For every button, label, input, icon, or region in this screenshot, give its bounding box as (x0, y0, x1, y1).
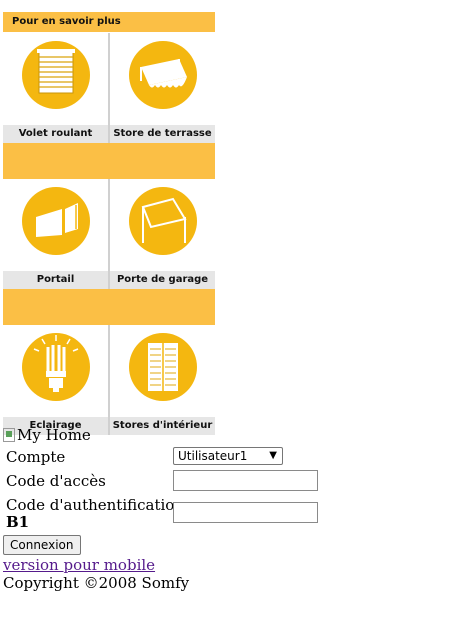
product-store-terrasse[interactable]: Store de terrasse (110, 33, 215, 143)
product-porte-garage[interactable]: Porte de garage (110, 179, 215, 289)
panel-spacer (3, 143, 215, 179)
terrace-awning-icon (128, 41, 197, 109)
auth-code-input[interactable] (173, 502, 318, 523)
access-code-input[interactable] (173, 470, 318, 491)
product-label: Porte de garage (110, 271, 215, 289)
panel-header: Pour en savoir plus (3, 12, 215, 32)
broken-image-icon (3, 428, 15, 442)
account-select[interactable]: Utilisateur1 ▼ (173, 447, 283, 465)
product-portail[interactable]: Portail (3, 179, 110, 289)
garage-door-icon (128, 187, 197, 255)
account-label: Compte (6, 448, 66, 466)
copyright-text: Copyright ©2008 Somfy (3, 574, 190, 592)
my-home-logo: My Home (3, 426, 91, 444)
interior-blinds-icon (128, 333, 197, 401)
panel-spacer (3, 289, 215, 325)
logo-alt-text: My Home (17, 426, 91, 444)
product-row: Portail Porte de garage (3, 179, 215, 289)
product-eclairage[interactable]: Eclairage (3, 325, 110, 435)
product-label: Store de terrasse (110, 125, 215, 143)
roller-shutter-icon (21, 41, 90, 109)
chevron-down-icon: ▼ (269, 450, 277, 461)
product-label: Volet roulant (3, 125, 108, 143)
auth-code-label: Code d'authentification (6, 496, 185, 514)
product-row: Volet roulant Store de terrasse (3, 33, 215, 143)
product-stores-interieur[interactable]: Stores d'intérieur (110, 325, 215, 435)
login-button[interactable]: Connexion (3, 535, 81, 555)
product-label: Stores d'intérieur (110, 417, 215, 435)
account-select-value: Utilisateur1 (178, 449, 248, 463)
product-label: Portail (3, 271, 108, 289)
light-bulb-icon (21, 333, 90, 401)
auth-code-hint: B1 (6, 513, 30, 531)
gate-icon (21, 187, 90, 255)
mobile-version-link[interactable]: version pour mobile (3, 556, 155, 574)
product-row: Eclairage Stores d'intérieur (3, 325, 215, 435)
product-panel: Pour en savoir plus Volet roulant Store … (3, 12, 215, 435)
access-code-label: Code d'accès (6, 472, 106, 490)
product-volet-roulant[interactable]: Volet roulant (3, 33, 110, 143)
